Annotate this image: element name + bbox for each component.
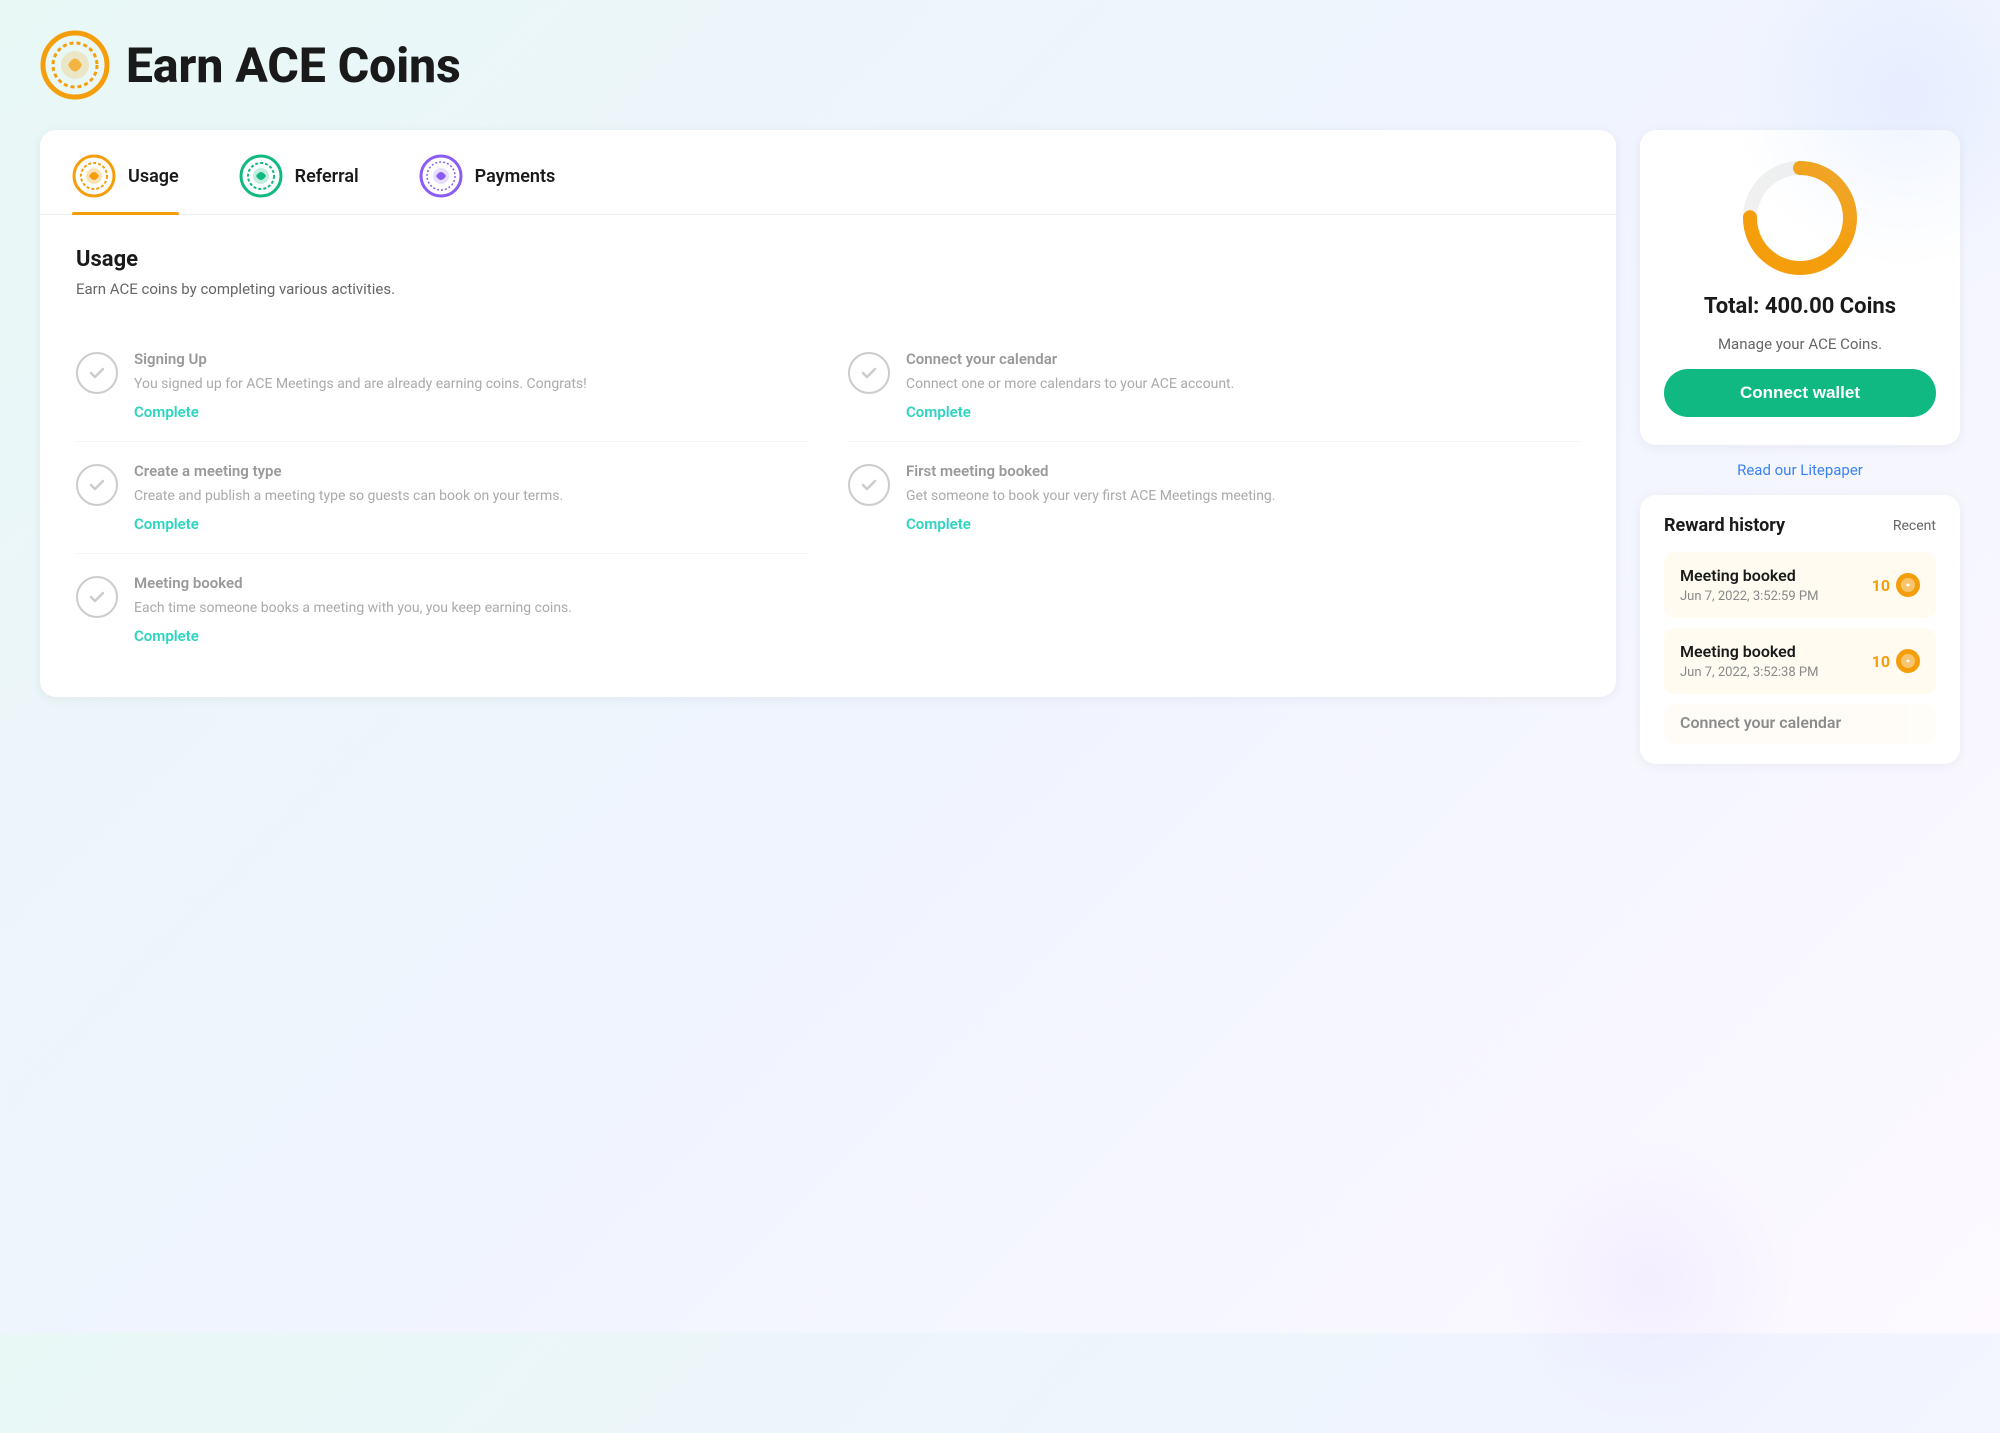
right-panel: Total: 400.00 Coins Manage your ACE Coin… <box>1640 130 1960 764</box>
activity-connect-calendar: Connect your calendar Connect one or mor… <box>848 330 1580 442</box>
checkmark-icon <box>860 364 878 382</box>
reward-item-partial: Connect your calendar <box>1664 704 1936 744</box>
reward-history-title: Reward history <box>1664 515 1785 536</box>
page-title: Earn ACE Coins <box>126 37 461 94</box>
connect-wallet-button[interactable]: Connect wallet <box>1664 369 1936 417</box>
activity-meeting-booked-info: Meeting booked Each time someone books a… <box>134 574 808 645</box>
referral-tab-icon <box>239 154 283 198</box>
coin-icon-1 <box>1896 649 1920 673</box>
reward-item-0-amount: 10 <box>1872 573 1920 597</box>
reward-history-card: Reward history Recent Meeting booked Jun… <box>1640 495 1960 764</box>
activity-create-meeting-title: Create a meeting type <box>134 462 808 480</box>
tab-content: Usage Earn ACE coins by completing vario… <box>40 215 1616 697</box>
activity-create-meeting: Create a meeting type Create and publish… <box>76 442 808 554</box>
tab-usage-label: Usage <box>128 166 179 187</box>
activity-meeting-booked-desc: Each time someone books a meeting with y… <box>134 598 808 619</box>
checkmark-icon <box>88 588 106 606</box>
reward-item-partial-name: Connect your calendar <box>1680 713 1841 732</box>
activities-grid: Signing Up You signed up for ACE Meeting… <box>76 330 1580 665</box>
section-subtitle: Earn ACE coins by completing various act… <box>76 280 1580 298</box>
reward-item-0: Meeting booked Jun 7, 2022, 3:52:59 PM 1… <box>1664 552 1936 618</box>
coin-icon-0 <box>1896 573 1920 597</box>
tab-payments-label: Payments <box>475 166 556 187</box>
reward-item-0-name: Meeting booked <box>1680 566 1818 585</box>
coins-card: Total: 400.00 Coins Manage your ACE Coin… <box>1640 130 1960 445</box>
checkmark-icon <box>860 476 878 494</box>
left-panel: Usage Referral Payments <box>40 130 1616 697</box>
ace-coins-logo-icon <box>40 30 110 100</box>
activity-signing-up-title: Signing Up <box>134 350 808 368</box>
activity-first-meeting-status: Complete <box>906 515 1580 533</box>
tab-payments[interactable]: Payments <box>419 154 556 214</box>
activity-first-meeting-title: First meeting booked <box>906 462 1580 480</box>
reward-item-1-left: Meeting booked Jun 7, 2022, 3:52:38 PM <box>1680 642 1818 680</box>
reward-filter: Recent <box>1893 518 1936 534</box>
check-circle-create-meeting <box>76 464 118 506</box>
reward-item-0-left: Meeting booked Jun 7, 2022, 3:52:59 PM <box>1680 566 1818 604</box>
activity-connect-calendar-title: Connect your calendar <box>906 350 1580 368</box>
check-circle-signing-up <box>76 352 118 394</box>
tab-referral-label: Referral <box>295 166 359 187</box>
coins-manage: Manage your ACE Coins. <box>1718 335 1882 353</box>
main-layout: Usage Referral Payments <box>40 130 1960 764</box>
reward-item-1-name: Meeting booked <box>1680 642 1818 661</box>
activity-create-meeting-desc: Create and publish a meeting type so gue… <box>134 486 808 507</box>
activity-signing-up-info: Signing Up You signed up for ACE Meeting… <box>134 350 808 421</box>
reward-item-1-amount: 10 <box>1872 649 1920 673</box>
activity-create-meeting-status: Complete <box>134 515 808 533</box>
reward-item-1-date: Jun 7, 2022, 3:52:38 PM <box>1680 665 1818 680</box>
checkmark-icon <box>88 476 106 494</box>
activities-right-column: Connect your calendar Connect one or mor… <box>848 330 1580 665</box>
page-header: Earn ACE Coins <box>40 30 1960 100</box>
usage-tab-icon <box>72 154 116 198</box>
section-title: Usage <box>76 247 1580 272</box>
activity-signing-up: Signing Up You signed up for ACE Meeting… <box>76 330 808 442</box>
activity-signing-up-desc: You signed up for ACE Meetings and are a… <box>134 374 808 395</box>
activity-signing-up-status: Complete <box>134 403 808 421</box>
activity-create-meeting-info: Create a meeting type Create and publish… <box>134 462 808 533</box>
tab-usage[interactable]: Usage <box>72 154 179 214</box>
activity-first-meeting-info: First meeting booked Get someone to book… <box>906 462 1580 533</box>
reward-item-0-date: Jun 7, 2022, 3:52:59 PM <box>1680 589 1818 604</box>
activity-meeting-booked-title: Meeting booked <box>134 574 808 592</box>
tabs-container: Usage Referral Payments <box>40 130 1616 215</box>
activity-connect-calendar-status: Complete <box>906 403 1580 421</box>
reward-item-1: Meeting booked Jun 7, 2022, 3:52:38 PM 1… <box>1664 628 1936 694</box>
activities-left-column: Signing Up You signed up for ACE Meeting… <box>76 330 808 665</box>
reward-history-header: Reward history Recent <box>1664 515 1936 536</box>
check-circle-first-meeting <box>848 464 890 506</box>
activity-connect-calendar-desc: Connect one or more calendars to your AC… <box>906 374 1580 395</box>
read-litepaper-link[interactable]: Read our Litepaper <box>1640 461 1960 479</box>
check-circle-connect-calendar <box>848 352 890 394</box>
activity-first-meeting: First meeting booked Get someone to book… <box>848 442 1580 553</box>
payments-tab-icon <box>419 154 463 198</box>
checkmark-icon <box>88 364 106 382</box>
activity-meeting-booked-status: Complete <box>134 627 808 645</box>
check-circle-meeting-booked <box>76 576 118 618</box>
activity-meeting-booked: Meeting booked Each time someone books a… <box>76 554 808 665</box>
coins-total: Total: 400.00 Coins <box>1704 294 1896 319</box>
activity-first-meeting-desc: Get someone to book your very first ACE … <box>906 486 1580 507</box>
donut-chart <box>1740 158 1860 278</box>
activity-connect-calendar-info: Connect your calendar Connect one or mor… <box>906 350 1580 421</box>
tab-referral[interactable]: Referral <box>239 154 359 214</box>
